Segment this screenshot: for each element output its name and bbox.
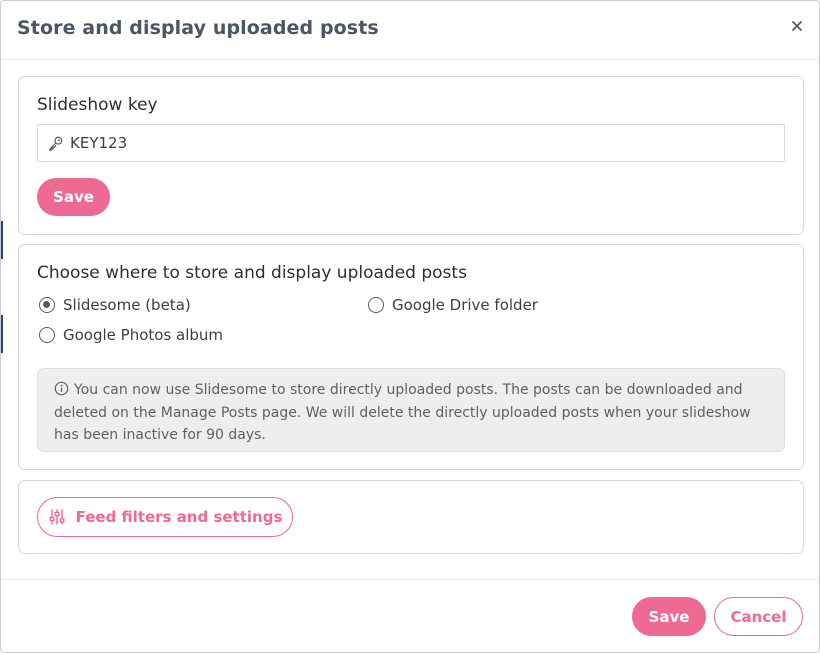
info-icon <box>54 381 69 396</box>
key-icon <box>49 136 63 151</box>
dialog-header: Store and display uploaded posts <box>1 1 819 60</box>
slideshow-key-heading: Slideshow key <box>37 95 158 115</box>
radio-label: Slidesome (beta) <box>63 296 191 314</box>
info-notice: You can now use Slidesome to store direc… <box>37 368 785 452</box>
storage-heading: Choose where to store and display upload… <box>37 263 467 283</box>
info-text: You can now use Slidesome to store direc… <box>54 382 751 443</box>
slideshow-key-card: Slideshow key Save <box>18 76 804 235</box>
filters-card: Feed filters and settings <box>18 480 804 554</box>
background-edge-marks <box>1 221 3 353</box>
feed-filters-label: Feed filters and settings <box>75 508 283 526</box>
radio-label: Google Drive folder <box>392 296 538 314</box>
radio-button-checked[interactable] <box>39 297 55 313</box>
radio-option-slidesome[interactable]: Slidesome (beta) <box>39 296 191 314</box>
radio-option-google-drive[interactable]: Google Drive folder <box>368 296 538 314</box>
feed-filters-button[interactable]: Feed filters and settings <box>37 497 293 537</box>
close-button[interactable] <box>789 18 805 34</box>
save-key-button[interactable]: Save <box>37 178 110 216</box>
radio-option-google-photos[interactable]: Google Photos album <box>39 326 223 344</box>
dialog-title: Store and display uploaded posts <box>17 17 379 39</box>
save-button[interactable]: Save <box>632 597 706 636</box>
radio-label: Google Photos album <box>63 326 224 344</box>
footer-divider <box>1 579 819 580</box>
slideshow-key-field[interactable] <box>37 124 785 162</box>
radio-button[interactable] <box>368 297 384 313</box>
sliders-icon <box>49 509 65 525</box>
slideshow-key-input[interactable] <box>70 134 784 152</box>
modal-dialog: Store and display uploaded posts Slidesh… <box>0 0 820 653</box>
radio-button[interactable] <box>39 327 55 343</box>
close-icon <box>792 21 802 31</box>
storage-card: Choose where to store and display upload… <box>18 244 804 470</box>
cancel-button[interactable]: Cancel <box>714 597 803 636</box>
